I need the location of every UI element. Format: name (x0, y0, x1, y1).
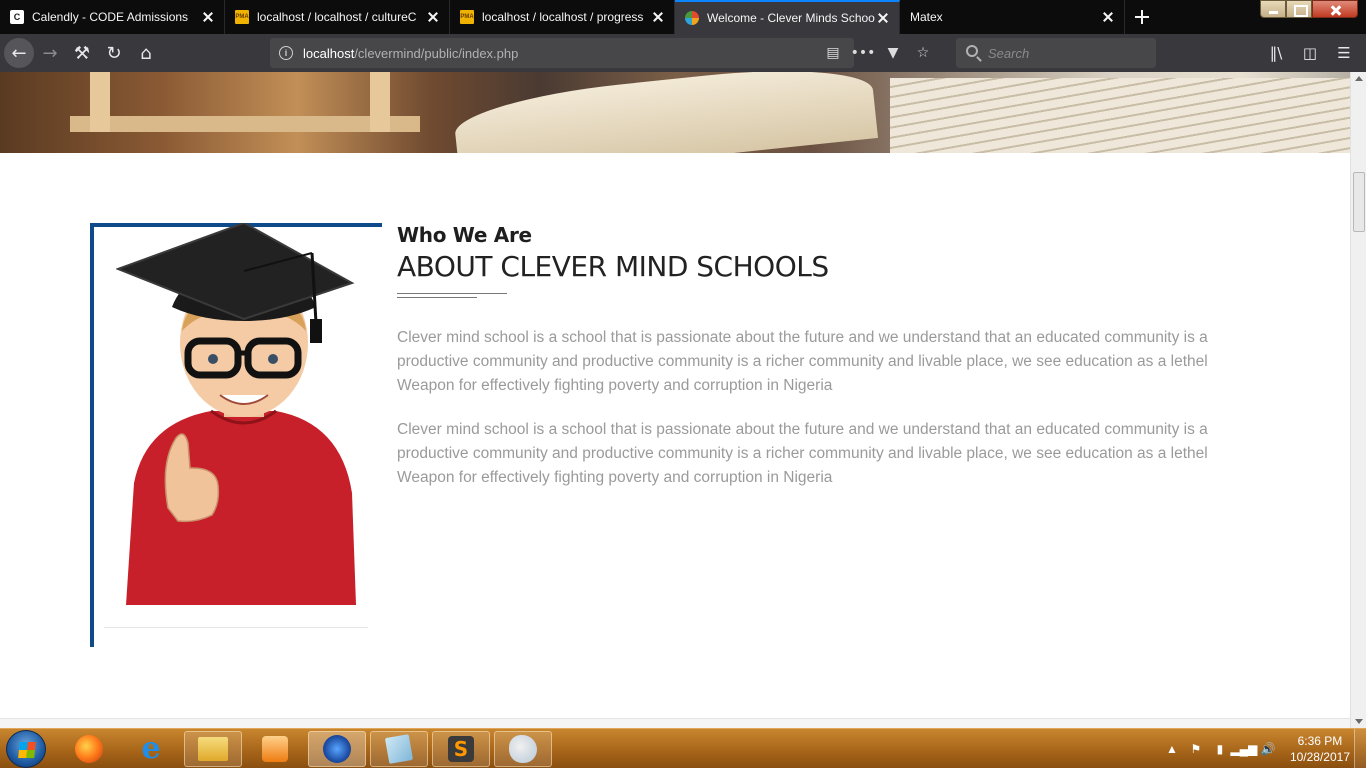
reader-view-icon[interactable]: ▤ (820, 40, 846, 66)
firefox-icon (75, 735, 103, 763)
library-icon[interactable]: ‖\ (1260, 38, 1292, 68)
tab-title: localhost / localhost / progress (482, 10, 644, 24)
scrollbar-thumb[interactable] (1353, 172, 1365, 232)
minimize-button[interactable] (1260, 0, 1286, 18)
url-host: localhost (303, 45, 355, 61)
sublime-text-icon: S (448, 736, 474, 762)
taskbar-file-explorer[interactable] (184, 731, 242, 767)
title-underline (397, 293, 507, 294)
home-button[interactable]: ⌂ (130, 37, 162, 69)
window-controls (1260, 0, 1358, 18)
start-button[interactable] (6, 730, 46, 768)
new-tab-button[interactable] (1125, 0, 1159, 34)
navigation-toolbar: ← → ⚒ ↻ ⌂ i localhost/clevermind/public/… (0, 34, 1366, 72)
hero-banner-image (0, 72, 1350, 153)
hamburger-menu-icon[interactable]: ☰ (1328, 38, 1360, 68)
graduate-boy-image (116, 223, 356, 605)
paint-icon (509, 735, 537, 763)
tab-calendly[interactable]: C Calendly - CODE Admissions (0, 0, 225, 34)
about-paragraph: Clever mind school is a school that is p… (397, 421, 1208, 486)
taskbar-sublime-text[interactable]: S (432, 731, 490, 767)
tab-phpmyadmin-progress[interactable]: PMA localhost / localhost / progress (450, 0, 675, 34)
developer-tools-button[interactable]: ⚒ (66, 37, 98, 69)
tab-title: Matex (910, 10, 943, 24)
reload-button[interactable]: ↻ (98, 37, 130, 69)
internet-explorer-icon: e (141, 731, 161, 766)
action-center-flag-icon[interactable]: ⚑ (1188, 741, 1204, 757)
toolbar-right: ‖\ ◫ ☰ (1260, 38, 1360, 68)
show-hidden-icons-icon[interactable]: ▲ (1164, 741, 1180, 757)
taskbar-internet-explorer[interactable]: e (122, 731, 180, 767)
taskbar-paint[interactable] (494, 731, 552, 767)
search-icon (966, 45, 978, 57)
system-tray: ▲ ⚑ ▮ ▂▄▆ 🔊 6:36 PM 10/28/2017 (1164, 729, 1350, 769)
tab-strip: C Calendly - CODE Admissions PMA localho… (0, 0, 1366, 34)
address-bar-actions: ▤ ••• ▼ ☆ (820, 38, 936, 68)
vertical-scrollbar[interactable] (1350, 72, 1366, 728)
pocket-icon[interactable]: ▼ (880, 40, 906, 66)
forward-button[interactable]: → (34, 37, 66, 69)
taskbar-notes[interactable] (370, 731, 428, 767)
network-signal-icon[interactable]: ▂▄▆ (1230, 741, 1257, 757)
search-box[interactable]: Search (956, 38, 1156, 68)
windows-taskbar: e S ▲ ⚑ ▮ ▂▄▆ 🔊 6:36 PM 10/28/2017 (0, 728, 1366, 769)
sidebar-icon[interactable]: ◫ (1294, 38, 1326, 68)
tab-clever-minds[interactable]: Welcome - Clever Minds School (675, 0, 900, 34)
firefox-developer-icon (323, 735, 351, 763)
tab-title: Welcome - Clever Minds School (707, 11, 875, 25)
scroll-down-arrow-icon[interactable] (1355, 719, 1363, 724)
about-section: Who We Are ABOUT CLEVER MIND SCHOOLS Cle… (90, 223, 1270, 647)
clever-minds-icon (685, 11, 699, 25)
frame-divider (104, 627, 368, 628)
clock-time: 6:36 PM (1297, 734, 1343, 748)
tab-title: Calendly - CODE Admissions (32, 10, 189, 24)
media-player-icon (262, 736, 288, 762)
calendly-icon: C (10, 10, 24, 24)
tab-title: localhost / localhost / cultureC (257, 10, 417, 24)
taskbar-media-player[interactable] (246, 731, 304, 767)
bookmark-star-icon[interactable]: ☆ (910, 40, 936, 66)
abacus-image (70, 72, 420, 132)
notes-icon (384, 734, 414, 764)
phpmyadmin-icon: PMA (460, 10, 474, 24)
maximize-button[interactable] (1286, 0, 1312, 18)
back-button[interactable]: ← (4, 38, 34, 68)
taskbar-clock[interactable]: 6:36 PM 10/28/2017 (1290, 733, 1350, 765)
web-page: Who We Are ABOUT CLEVER MIND SCHOOLS Cle… (0, 72, 1350, 718)
close-window-button[interactable] (1312, 0, 1358, 18)
battery-icon[interactable]: ▮ (1212, 741, 1228, 757)
close-tab-icon[interactable] (1100, 9, 1116, 25)
page-actions-icon[interactable]: ••• (850, 40, 876, 66)
open-book-image (451, 72, 879, 153)
site-info-icon[interactable]: i (279, 46, 293, 60)
section-title: ABOUT CLEVER MIND SCHOOLS (397, 250, 829, 283)
section-subtitle: Who We Are (397, 223, 532, 247)
search-placeholder: Search (988, 45, 1030, 61)
taskbar-firefox-developer[interactable] (308, 731, 366, 767)
scroll-up-arrow-icon[interactable] (1355, 76, 1363, 81)
tab-matex[interactable]: Matex (900, 0, 1125, 34)
close-tab-icon[interactable] (425, 9, 441, 25)
address-bar[interactable]: i localhost/clevermind/public/index.php (270, 38, 854, 68)
close-tab-icon[interactable] (875, 10, 891, 26)
close-tab-icon[interactable] (650, 9, 666, 25)
tab-phpmyadmin-culture[interactable]: PMA localhost / localhost / cultureC (225, 0, 450, 34)
clock-date: 10/28/2017 (1289, 750, 1350, 764)
home-icon: ⌂ (140, 42, 152, 64)
close-tab-icon[interactable] (200, 9, 216, 25)
forward-arrow-icon: → (42, 42, 58, 64)
page-bottom-strip (0, 718, 1350, 728)
wrench-icon: ⚒ (73, 42, 91, 64)
taskbar-firefox[interactable] (60, 731, 118, 767)
volume-icon[interactable]: 🔊 (1260, 741, 1276, 757)
phpmyadmin-icon: PMA (235, 10, 249, 24)
show-desktop-button[interactable] (1354, 729, 1366, 769)
reload-icon: ↻ (106, 42, 122, 64)
title-underline (397, 297, 477, 298)
book-stack-image (890, 78, 1350, 153)
url-path: /clevermind/public/index.php (354, 45, 519, 61)
about-paragraph: Clever mind school is a school that is p… (397, 329, 1208, 394)
back-arrow-icon: ← (11, 42, 27, 64)
file-explorer-icon (198, 737, 228, 761)
